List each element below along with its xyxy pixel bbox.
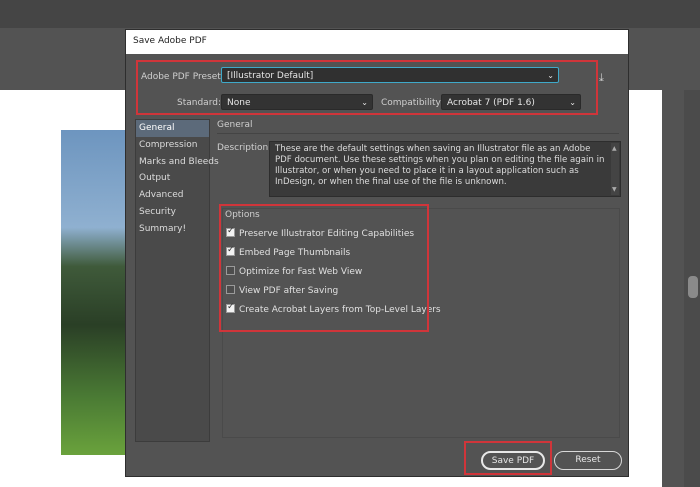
checkbox-checked[interactable] bbox=[226, 245, 235, 256]
option-embed-thumbnails[interactable]: Embed Page Thumbnails bbox=[226, 245, 351, 261]
sidebar-item-advanced[interactable]: Advanced bbox=[136, 187, 209, 204]
option-preserve-editing[interactable]: Preserve Illustrator Editing Capabilitie… bbox=[226, 226, 415, 242]
description-label: Description: bbox=[217, 143, 272, 153]
canvas-scrollbar-thumb[interactable] bbox=[688, 276, 698, 298]
option-acrobat-layers[interactable]: Create Acrobat Layers from Top-Level Lay… bbox=[226, 302, 441, 318]
description-text: These are the default settings when savi… bbox=[269, 141, 621, 197]
checkbox-unchecked[interactable] bbox=[226, 285, 235, 294]
options-panel bbox=[222, 208, 620, 438]
sidebar-item-general[interactable]: General bbox=[136, 120, 209, 137]
chevron-down-icon: ⌄ bbox=[547, 71, 554, 80]
standard-dropdown[interactable]: None ⌄ bbox=[221, 94, 373, 110]
sidebar-item-output[interactable]: Output bbox=[136, 170, 209, 187]
category-list: General Compression Marks and Bleeds Out… bbox=[135, 119, 219, 442]
preset-value: [Illustrator Default] bbox=[227, 71, 314, 81]
section-heading-text: General bbox=[217, 120, 253, 130]
preset-label: Adobe PDF Preset: bbox=[141, 72, 224, 82]
compatibility-value: Acrobat 7 (PDF 1.6) bbox=[447, 98, 535, 108]
dialog-title: Save Adobe PDF bbox=[126, 30, 628, 54]
save-preset-icon[interactable]: ⤓ bbox=[599, 71, 604, 85]
option-label: Optimize for Fast Web View bbox=[239, 267, 363, 277]
reset-button[interactable]: Reset bbox=[554, 451, 622, 470]
save-pdf-button[interactable]: Save PDF bbox=[481, 451, 545, 470]
sidebar-item-security[interactable]: Security bbox=[136, 204, 209, 221]
option-view-pdf-after-saving[interactable]: View PDF after Saving bbox=[226, 285, 338, 299]
sidebar-item-marks-and-bleeds[interactable]: Marks and Bleeds bbox=[136, 154, 219, 171]
artwork-photo bbox=[61, 130, 131, 455]
checkbox-checked[interactable] bbox=[226, 226, 235, 237]
app-toolbar bbox=[0, 0, 700, 28]
chevron-down-icon: ⌄ bbox=[569, 98, 576, 107]
chevron-down-icon: ⌄ bbox=[361, 98, 368, 107]
option-label: Preserve Illustrator Editing Capabilitie… bbox=[239, 229, 415, 239]
option-label: Embed Page Thumbnails bbox=[239, 248, 351, 258]
options-heading: Options bbox=[225, 210, 260, 220]
section-heading: General bbox=[217, 120, 619, 134]
standard-label: Standard: bbox=[177, 98, 221, 108]
checkbox-checked[interactable] bbox=[226, 302, 235, 313]
description-body: These are the default settings when savi… bbox=[275, 144, 605, 187]
save-adobe-pdf-dialog: Save Adobe PDF Adobe PDF Preset: [Illust… bbox=[125, 29, 629, 477]
preset-dropdown[interactable]: [Illustrator Default] ⌄ bbox=[221, 67, 559, 83]
compatibility-dropdown[interactable]: Acrobat 7 (PDF 1.6) ⌄ bbox=[441, 94, 581, 110]
checkbox-unchecked[interactable] bbox=[226, 266, 235, 275]
option-label: View PDF after Saving bbox=[239, 286, 339, 296]
standard-value: None bbox=[227, 98, 251, 108]
description-scrollbar[interactable] bbox=[611, 143, 619, 195]
sidebar-item-compression[interactable]: Compression bbox=[136, 137, 209, 154]
compatibility-label: Compatibility: bbox=[381, 98, 444, 108]
option-fast-web-view[interactable]: Optimize for Fast Web View bbox=[226, 266, 362, 280]
option-label: Create Acrobat Layers from Top-Level Lay… bbox=[239, 305, 441, 315]
sidebar-item-summary[interactable]: Summary! bbox=[136, 221, 209, 238]
